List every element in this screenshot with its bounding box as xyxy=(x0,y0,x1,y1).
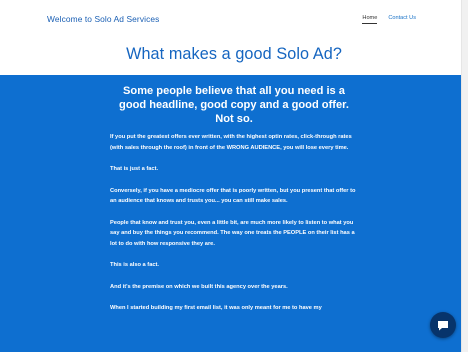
article-body: If you put the greatest offers ever writ… xyxy=(110,132,356,325)
chat-bubble-icon xyxy=(438,320,448,330)
lead-heading: Some people believe that all you need is… xyxy=(119,85,349,125)
nav-contact-us-link[interactable]: Contact Us xyxy=(388,15,416,24)
paragraph: And it's the premise on which we built t… xyxy=(110,283,288,290)
content-section: Some people believe that all you need is… xyxy=(0,75,462,352)
paragraph: Conversely, if you have a mediocre offer… xyxy=(110,187,356,205)
paragraph: When I started building my first email l… xyxy=(110,305,322,312)
page: Welcome to Solo Ad Services Home Contact… xyxy=(0,0,468,352)
page-scrollbar[interactable] xyxy=(461,0,468,352)
paragraph: This is also a fact. xyxy=(110,262,159,269)
paragraph: People that know and trust you, even a l… xyxy=(110,219,355,247)
nav-home-link[interactable]: Home xyxy=(362,15,378,24)
site-title[interactable]: Welcome to Solo Ad Services xyxy=(47,14,159,24)
page-title: What makes a good Solo Ad? xyxy=(126,45,342,63)
site-header: Welcome to Solo Ad Services Home Contact… xyxy=(0,0,468,36)
chat-widget-button[interactable] xyxy=(430,312,456,338)
main-nav: Home Contact Us xyxy=(362,15,416,24)
paragraph: That is just a fact. xyxy=(110,166,159,173)
paragraph: If you put the greatest offers ever writ… xyxy=(110,134,352,151)
